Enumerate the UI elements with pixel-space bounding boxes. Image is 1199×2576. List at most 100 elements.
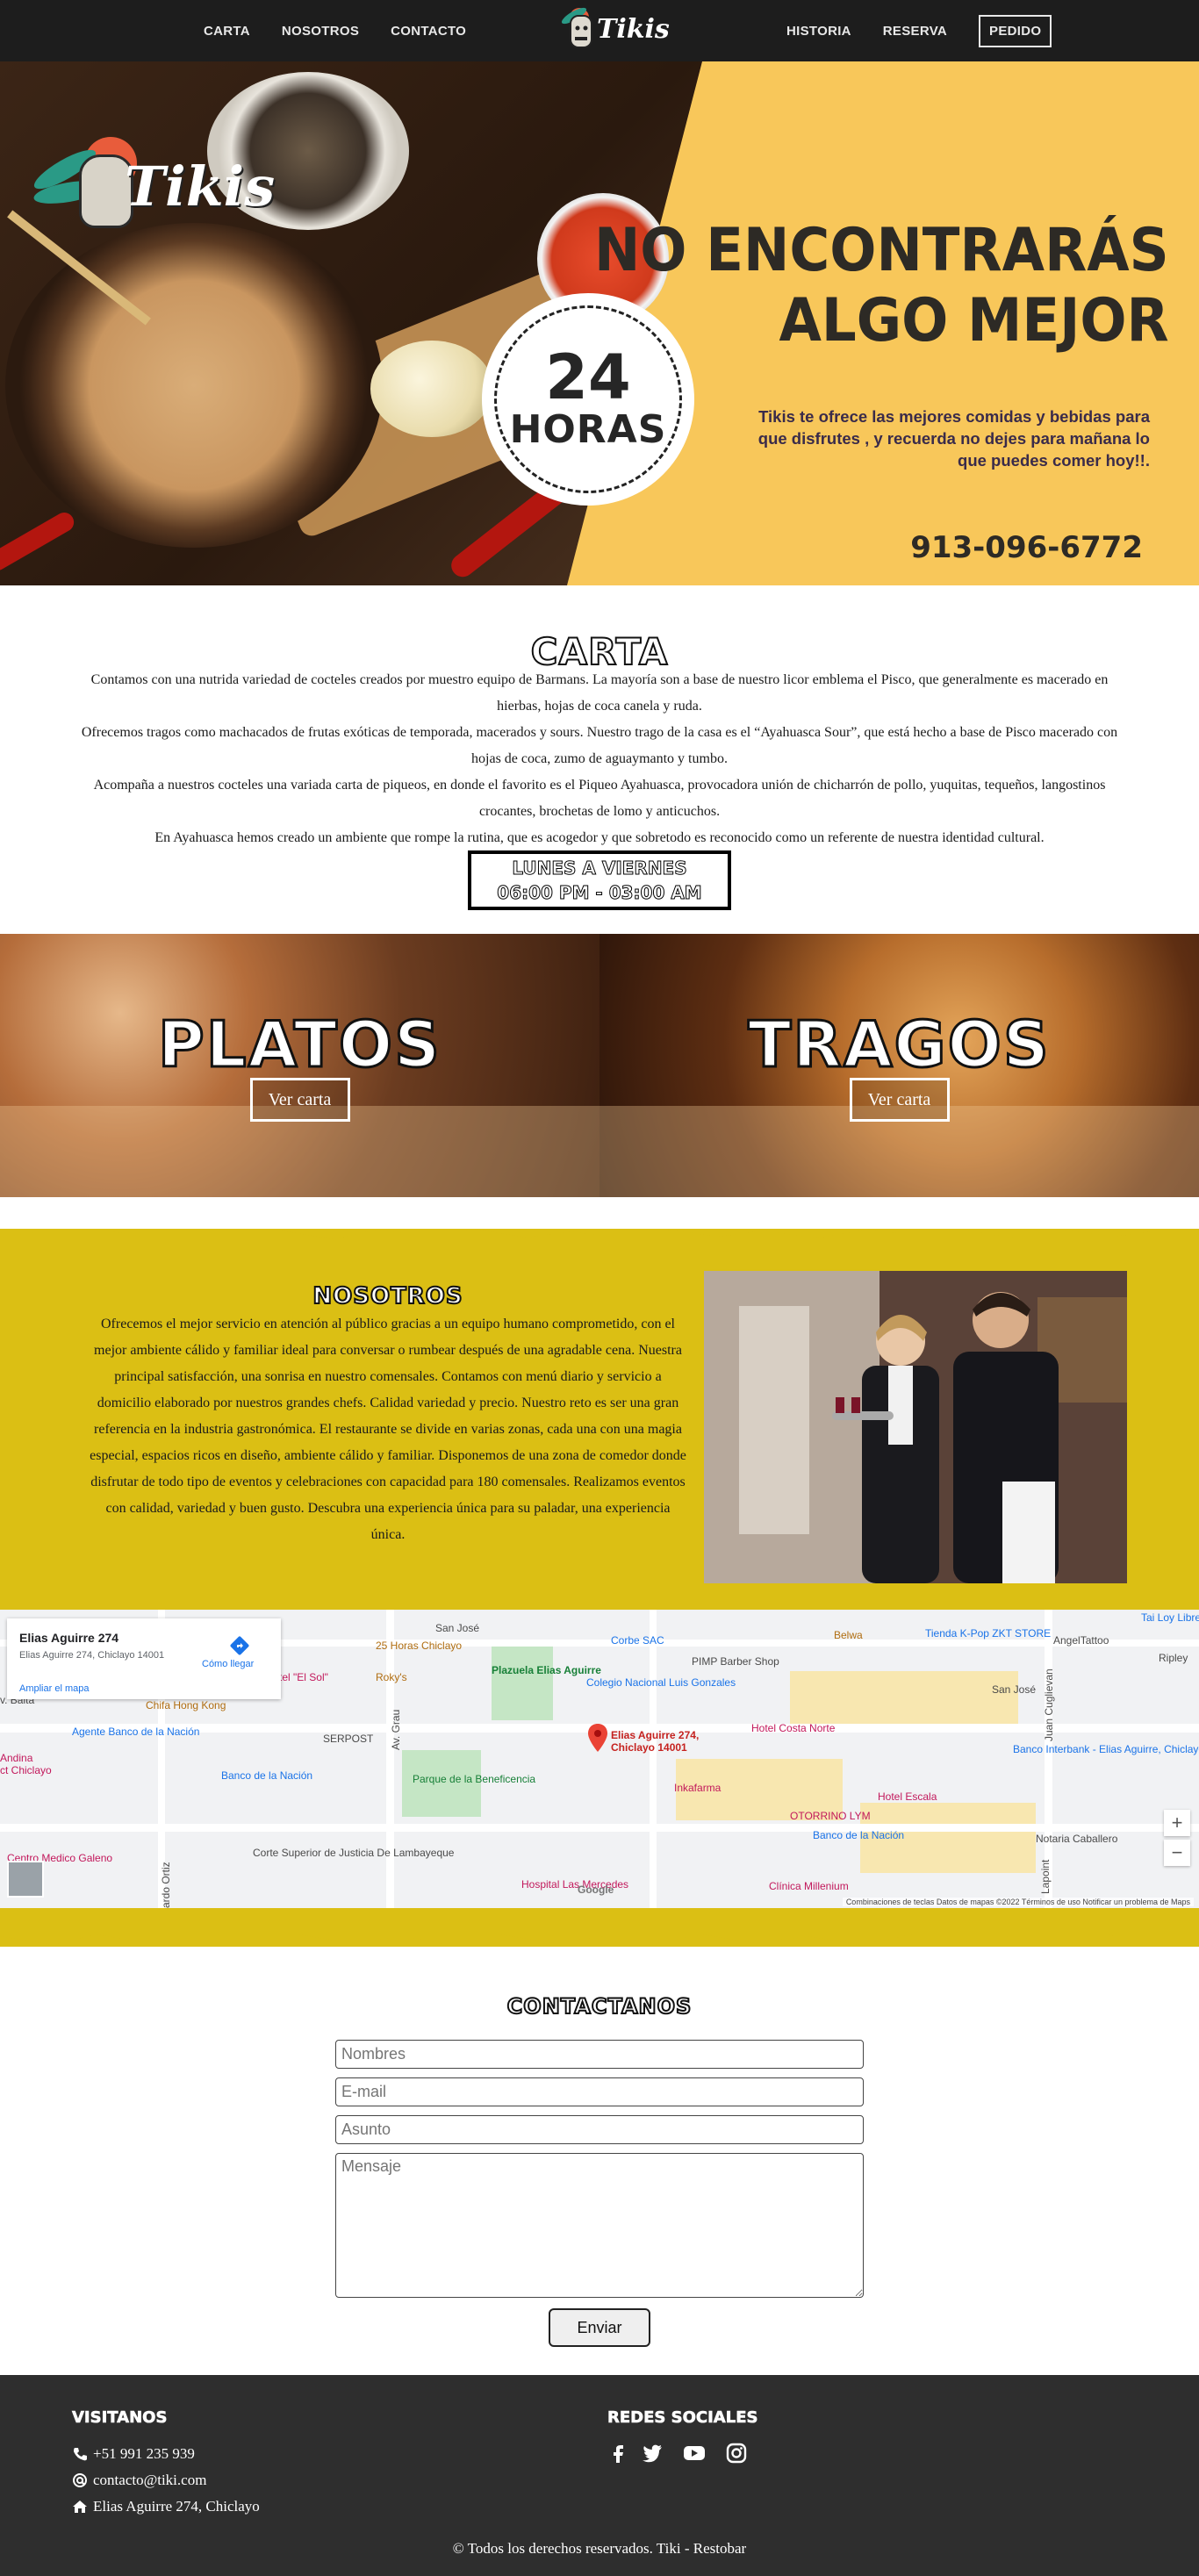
map-label: Corte Superior de Justicia De Lambayeque: [253, 1847, 455, 1859]
nav-link-nosotros[interactable]: NOSOTROS: [282, 24, 359, 39]
hero-headline-line-1: NO ENCONTRARÁS: [594, 216, 1169, 285]
nav-left: CARTA NOSOTROS CONTACTO: [204, 0, 466, 61]
map-place-address: Elias Aguirre 274, Chiclayo 14001: [19, 1650, 165, 1661]
footer-phone: +51 991 235 939: [72, 2445, 195, 2463]
hero-bun-image: [370, 341, 493, 437]
torn-paper-edge: [0, 1229, 1199, 1250]
nav-right: HISTORIA RESERVA PEDIDO: [786, 0, 1052, 61]
youtube-icon[interactable]: [683, 2442, 706, 2465]
map-label: Lapoint: [1039, 1859, 1052, 1894]
map-label: San José: [435, 1622, 480, 1634]
phone-icon: [74, 2448, 87, 2461]
map-label: Ripley: [1159, 1652, 1188, 1664]
hero-logo: Tikis: [26, 137, 275, 233]
footer-address: Elias Aguirre 274, Chiclayo: [72, 2498, 260, 2515]
zoom-in-button[interactable]: +: [1164, 1810, 1190, 1836]
map-label: Tai Loy Librería: [1141, 1611, 1199, 1624]
nosotros-text: Ofrecemos el mejor servicio en atención …: [90, 1317, 686, 1542]
message-field[interactable]: [335, 2153, 864, 2298]
nosotros-title: NOSOTROS: [312, 1282, 463, 1310]
staff-photo-image: [704, 1271, 1127, 1583]
footer-email-text: contacto@tiki.com: [93, 2472, 207, 2488]
nav-link-reserva[interactable]: RESERVA: [883, 24, 947, 39]
map-directions-link[interactable]: Cómo llegar: [202, 1659, 254, 1669]
map-label: Belwa: [834, 1629, 863, 1641]
map-park-plazuela: [492, 1645, 553, 1720]
staff-photo: [704, 1271, 1127, 1583]
hero-rice-image: [5, 223, 383, 548]
map-label: Juan Cuglievan: [1043, 1668, 1055, 1741]
google-logo: Google: [578, 1884, 614, 1896]
twitter-icon[interactable]: [641, 2442, 664, 2465]
nav-logo[interactable]: Tikis: [558, 4, 670, 58]
map-label: PIMP Barber Shop: [692, 1655, 779, 1668]
map-road: [650, 1610, 657, 1908]
map-label: Clínica Millenium: [769, 1880, 849, 1892]
directions-icon[interactable]: [230, 1636, 249, 1655]
map-label: San José: [992, 1683, 1037, 1696]
facebook-icon[interactable]: [607, 2442, 630, 2465]
opening-days: LUNES A VIERNES: [512, 857, 687, 879]
zoom-out-button[interactable]: −: [1164, 1840, 1190, 1866]
hero-phone: 913-096-6772: [910, 530, 1143, 565]
opening-hours: LUNES A VIERNES 06:00 PM - 03:00 AM: [468, 850, 731, 910]
instagram-icon[interactable]: [725, 2442, 748, 2465]
location-map[interactable]: San José 25 Horas Chiclayo Corbe SAC Bel…: [0, 1610, 1199, 1908]
map-label: Notaria Caballero: [1036, 1833, 1118, 1845]
map-label: SERPOST: [323, 1733, 374, 1745]
name-field[interactable]: [335, 2040, 864, 2069]
footer-phone-text: +51 991 235 939: [93, 2445, 195, 2462]
tragos-panel: TRAGOS Ver carta: [600, 934, 1199, 1197]
email-field[interactable]: [335, 2077, 864, 2106]
map-label: Hotel Escala: [878, 1790, 937, 1803]
map-label: Parque de la Beneficencia: [413, 1773, 536, 1785]
menu-panels: PLATOS Ver carta TRAGOS Ver carta: [0, 934, 1199, 1197]
torn-paper-edge-bottom: [0, 1927, 1199, 1945]
nav-logo-text: Tikis: [597, 14, 670, 45]
footer-email: contacto@tiki.com: [72, 2472, 206, 2489]
map-label: Corbe SAC: [611, 1634, 664, 1647]
map-label: Inkafarma: [674, 1782, 722, 1794]
hero-headline-line-2: ALGO MEJOR: [779, 286, 1169, 355]
map-label: Av. Grau: [390, 1709, 402, 1750]
nav-link-contacto[interactable]: CONTACTO: [391, 24, 466, 39]
nav-link-historia[interactable]: HISTORIA: [786, 24, 851, 39]
hours-label: HORAS: [509, 406, 667, 452]
tragos-title: TRAGOS: [747, 1007, 1051, 1083]
platos-ver-carta-button[interactable]: Ver carta: [249, 1078, 350, 1122]
map-label: Plazuela Elias Aguirre: [492, 1664, 601, 1676]
map-pin-icon[interactable]: [588, 1724, 607, 1752]
subject-field[interactable]: [335, 2115, 864, 2144]
map-commercial-zone: [790, 1671, 1018, 1724]
platos-title: PLATOS: [157, 1007, 442, 1083]
map-place-name: Elias Aguirre 274: [19, 1631, 119, 1645]
nav-link-carta[interactable]: CARTA: [204, 24, 250, 39]
map-label: 25 Horas Chiclayo: [376, 1640, 463, 1652]
footer-address-text: Elias Aguirre 274, Chiclayo: [93, 2498, 260, 2515]
map-enlarge-link[interactable]: Ampliar el mapa: [19, 1683, 89, 1694]
send-button[interactable]: Enviar: [549, 2308, 650, 2347]
copyright-text: © Todos los derechos reservados. Tiki - …: [452, 2540, 747, 2557]
tragos-ver-carta-button[interactable]: Ver carta: [849, 1078, 950, 1122]
carta-paragraph: Ofrecemos tragos como machacados de frut…: [81, 725, 1118, 766]
map-label: OTORRINO LYM: [790, 1810, 871, 1822]
map-place-card: Elias Aguirre 274 Elias Aguirre 274, Chi…: [7, 1618, 281, 1699]
map-label: Banco de la Nación: [221, 1769, 313, 1782]
map-attribution: Combinaciones de teclas Datos de mapas ©…: [842, 1898, 1194, 1906]
map-layer-thumbnail[interactable]: [7, 1861, 44, 1898]
map-label: Roky's: [376, 1671, 407, 1683]
hero-subtitle: Tikis te ofrece las mejores comidas y be…: [757, 407, 1150, 470]
hero-logo-text: Tikis: [125, 154, 276, 219]
footer-social-title: REDES SOCIALES: [607, 2408, 758, 2428]
navbar: CARTA NOSOTROS CONTACTO Tikis HISTORIA R…: [0, 0, 1199, 61]
platos-panel: PLATOS Ver carta: [0, 934, 600, 1197]
map-pin-label: Elias Aguirre 274,: [611, 1729, 700, 1741]
map-label: Banco de la Nación: [813, 1829, 905, 1841]
pedido-button[interactable]: PEDIDO: [979, 14, 1052, 47]
hero-banner: Tikis 24 HORAS NO ENCONTRARÁS ALGO MEJOR…: [0, 61, 1199, 585]
map-label: ardo Ortiz: [160, 1862, 172, 1908]
hero-headline: NO ENCONTRARÁS ALGO MEJOR: [594, 216, 1169, 356]
home-icon: [73, 2501, 87, 2513]
map-road: [386, 1610, 394, 1908]
map-label: Chifa Hong Kong: [146, 1699, 226, 1711]
